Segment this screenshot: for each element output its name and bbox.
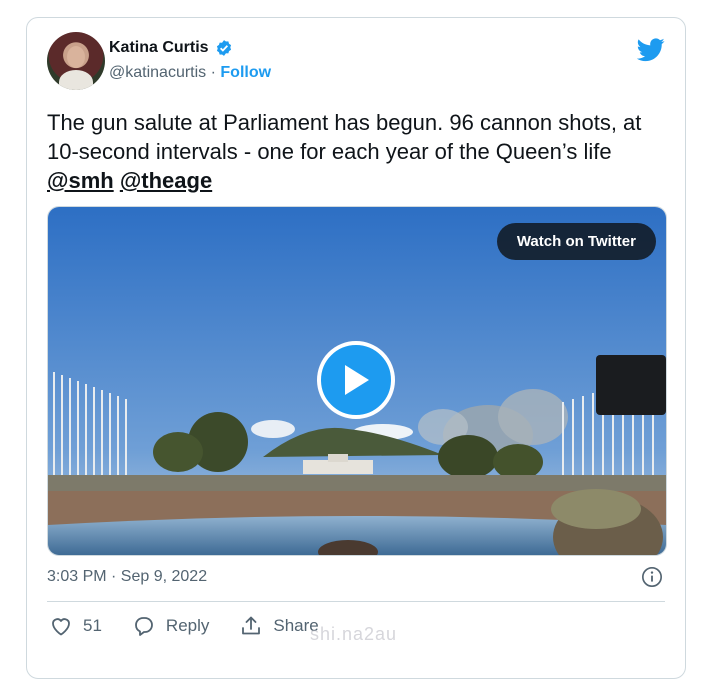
author-handle-row: @katinacurtis · Follow: [109, 64, 271, 82]
video-player[interactable]: Watch on Twitter: [47, 206, 667, 556]
play-button[interactable]: [317, 341, 395, 419]
tweet-text: The gun salute at Parliament has begun. …: [47, 108, 667, 195]
divider: [47, 601, 665, 602]
heart-icon: [52, 618, 70, 636]
tweet-timestamp[interactable]: 3:03 PM · Sep 9, 2022: [47, 568, 207, 586]
avatar[interactable]: [47, 32, 105, 90]
watermark-text: shi.na2au: [310, 624, 398, 644]
separator: ·: [210, 64, 216, 81]
follow-link[interactable]: Follow: [220, 64, 271, 81]
mention-smh[interactable]: @smh: [47, 168, 114, 193]
share-icon: [242, 616, 261, 635]
reply-label: Reply: [165, 616, 210, 635]
info-icon[interactable]: [641, 566, 663, 588]
action-bar: 51 Reply Share: [49, 614, 319, 638]
verified-badge-icon: [216, 40, 231, 56]
tweet-card: Katina Curtis @katinacurtis · Follow The…: [26, 17, 686, 679]
watch-on-twitter-button[interactable]: Watch on Twitter: [496, 223, 656, 260]
author-name-row: Katina Curtis: [109, 39, 233, 57]
like-count: 51: [83, 616, 102, 635]
share-button[interactable]: Share: [239, 614, 319, 638]
twitter-bird-icon[interactable]: [637, 38, 665, 62]
author-name[interactable]: Katina Curtis: [109, 39, 209, 57]
author-handle[interactable]: @katinacurtis: [109, 64, 206, 81]
reply-button[interactable]: Reply: [132, 614, 209, 638]
like-button[interactable]: 51: [49, 614, 102, 638]
play-icon: [345, 365, 369, 395]
tweet-body: The gun salute at Parliament has begun. …: [47, 110, 642, 164]
mention-theage[interactable]: @theage: [120, 168, 212, 193]
reply-icon: [135, 617, 153, 636]
